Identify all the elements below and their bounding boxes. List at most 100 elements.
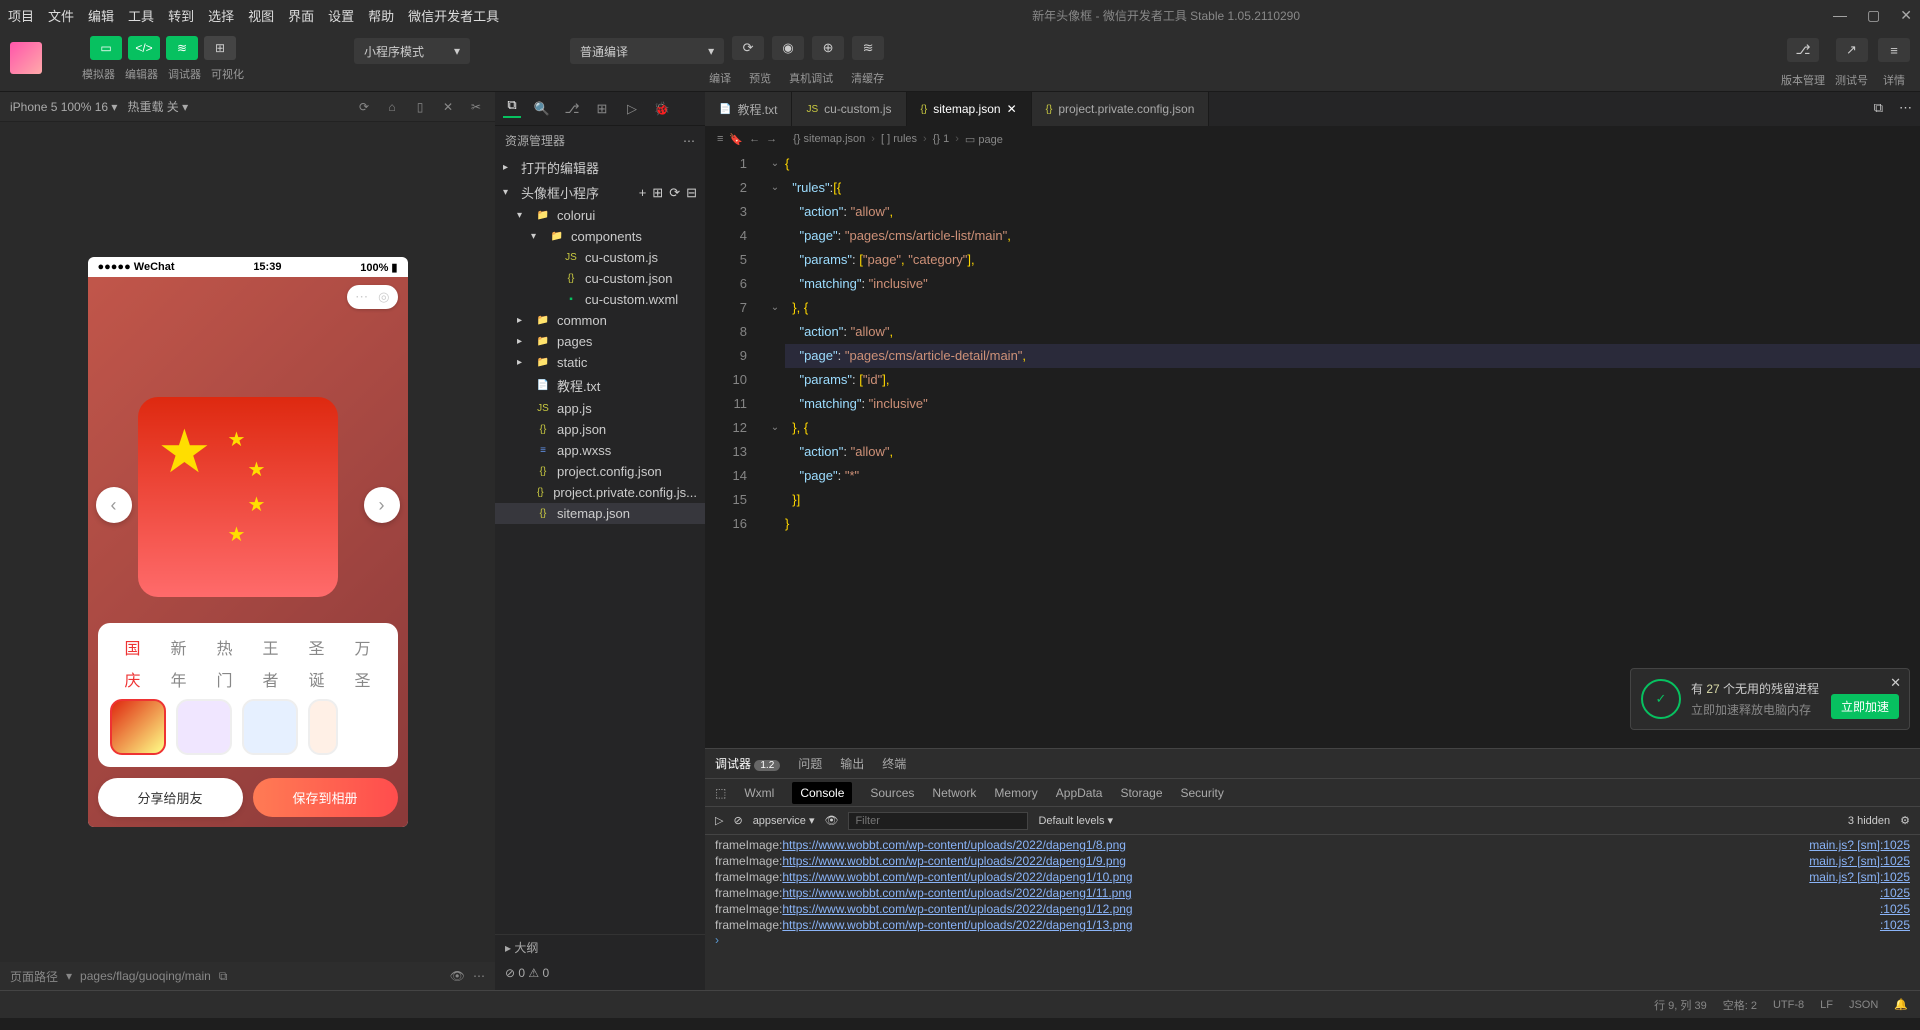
bell-icon[interactable]: 🔔	[1894, 998, 1908, 1011]
explorer-icon[interactable]: ⧉	[503, 100, 521, 118]
simulator-button[interactable]: ▭	[90, 36, 122, 60]
menu-item[interactable]: 微信开发者工具	[408, 6, 499, 25]
tree-item[interactable]: ▸📁pages	[495, 331, 705, 352]
close-icon[interactable]: ✕	[1900, 7, 1912, 24]
ext-icon[interactable]: ⊞	[593, 100, 611, 118]
editor-tab[interactable]: 📄教程.txt	[705, 92, 792, 126]
bug-icon[interactable]: 🐞	[653, 100, 671, 118]
menu-item[interactable]: 文件	[48, 6, 74, 25]
levels-dropdown[interactable]: Default levels ▾	[1038, 814, 1113, 827]
frame-item[interactable]	[242, 699, 298, 755]
editor-tab[interactable]: {}project.private.config.json	[1032, 92, 1210, 126]
category-tab[interactable]: 者	[262, 667, 278, 691]
branch-icon[interactable]: ⎇	[563, 100, 581, 118]
accelerate-button[interactable]: 立即加速	[1831, 694, 1899, 719]
error-count[interactable]: ⊘ 0	[505, 966, 525, 980]
inspect-icon[interactable]: ⬚	[715, 786, 726, 800]
eye-icon[interactable]: 👁	[450, 969, 465, 983]
category-tab[interactable]: 诞	[308, 667, 324, 691]
compile-dropdown[interactable]: 普通编译▾	[570, 38, 724, 64]
project-section[interactable]: ▾头像框小程序 + ⊞ ⟳ ⊟	[495, 180, 705, 205]
cursor-pos[interactable]: 行 9, 列 39	[1654, 997, 1707, 1013]
copy-icon[interactable]: ⧉	[219, 969, 228, 984]
mode-dropdown[interactable]: 小程序模式▾	[354, 38, 470, 64]
fwd-icon[interactable]: →	[766, 133, 777, 145]
menu-item[interactable]: 工具	[128, 6, 154, 25]
menu-item[interactable]: 转到	[168, 6, 194, 25]
save-button[interactable]: 保存到相册	[253, 778, 398, 817]
new-folder-icon[interactable]: ⊞	[652, 185, 663, 201]
spaces-indicator[interactable]: 空格: 2	[1723, 997, 1757, 1013]
tree-item[interactable]: ▸📁static	[495, 352, 705, 373]
category-tab[interactable]: 万	[354, 635, 370, 659]
tree-item[interactable]: ▾📁components	[495, 226, 705, 247]
terminal-tab[interactable]: 终端	[882, 755, 906, 772]
encoding-indicator[interactable]: UTF-8	[1773, 999, 1804, 1011]
category-tab[interactable]: 门	[216, 667, 232, 691]
hot-reload-toggle[interactable]: 热重载 关 ▾	[127, 98, 188, 115]
editor-tab[interactable]: {}sitemap.json✕	[907, 92, 1032, 126]
home-icon[interactable]: ⌂	[383, 98, 401, 116]
category-tab[interactable]: 圣	[308, 635, 324, 659]
menu-item[interactable]: 设置	[328, 6, 354, 25]
compile-button[interactable]: ⟳	[732, 36, 764, 60]
tree-item[interactable]: {}project.private.config.js...	[495, 482, 705, 503]
collapse-icon[interactable]: ⊟	[686, 185, 697, 201]
category-tab[interactable]: 庆	[124, 667, 140, 691]
category-tab[interactable]: 国	[124, 635, 140, 659]
prev-arrow[interactable]: ‹	[96, 487, 132, 523]
minimize-icon[interactable]: —	[1833, 7, 1847, 24]
hidden-count[interactable]: 3 hidden	[1848, 815, 1890, 827]
frame-item[interactable]	[176, 699, 232, 755]
tree-item[interactable]: ▸📁common	[495, 310, 705, 331]
menu-item[interactable]: 帮助	[368, 6, 394, 25]
more-icon[interactable]: ⋯	[1891, 92, 1920, 126]
share-button[interactable]: 分享给朋友	[98, 778, 243, 817]
device-icon[interactable]: ▯	[411, 98, 429, 116]
cut-icon[interactable]: ✂	[467, 98, 485, 116]
eol-indicator[interactable]: LF	[1820, 999, 1833, 1011]
maximize-icon[interactable]: ▢	[1867, 7, 1880, 24]
editor-tab[interactable]: JScu-custom.js	[792, 92, 906, 126]
visual-button[interactable]: ⊞	[204, 36, 236, 60]
category-tab[interactable]: 王	[262, 635, 278, 659]
warn-count[interactable]: ⚠ 0	[528, 966, 549, 980]
menu-item[interactable]: 视图	[248, 6, 274, 25]
category-tab[interactable]: 圣	[354, 667, 370, 691]
breadcrumb[interactable]: ≡ 🔖 ← → {} sitemap.json› [ ] rules› {} 1…	[705, 126, 1920, 152]
devtools-subtab[interactable]: AppData	[1056, 786, 1103, 800]
next-arrow[interactable]: ›	[364, 487, 400, 523]
doc-icon[interactable]: ≡	[717, 133, 723, 145]
filter-input[interactable]	[848, 812, 1028, 830]
tree-item[interactable]: ▾📁colorui	[495, 205, 705, 226]
frame-item[interactable]	[110, 699, 166, 755]
editors-section[interactable]: ▸打开的编辑器	[495, 155, 705, 180]
back-icon[interactable]: ←	[749, 133, 760, 145]
menu-item[interactable]: 界面	[288, 6, 314, 25]
version-button[interactable]: ⎇	[1787, 38, 1819, 62]
devtools-subtab[interactable]: Sources	[870, 786, 914, 800]
new-file-icon[interactable]: +	[639, 185, 647, 200]
device-selector[interactable]: iPhone 5 100% 16 ▾	[10, 100, 117, 114]
mute-icon[interactable]: ✕	[439, 98, 457, 116]
menu-item[interactable]: 项目	[8, 6, 34, 25]
category-tab[interactable]: 年	[170, 667, 186, 691]
capsule-button[interactable]: ⋯◎	[347, 285, 397, 309]
devtools-subtab[interactable]: Wxml	[744, 786, 774, 800]
category-tab[interactable]: 新	[170, 635, 186, 659]
user-avatar[interactable]	[10, 42, 42, 74]
category-tab[interactable]: 热	[216, 635, 232, 659]
devtools-subtab[interactable]: Network	[932, 786, 976, 800]
preview-button[interactable]: ◉	[772, 36, 804, 60]
play-icon[interactable]: ▷	[623, 100, 641, 118]
search-icon[interactable]: 🔍	[533, 100, 551, 118]
more-icon[interactable]: ⋯	[473, 969, 485, 983]
outline-section[interactable]: ▸ 大纲	[495, 934, 705, 962]
gear-icon[interactable]: ⚙	[1900, 814, 1910, 827]
clear-icon[interactable]: ⊘	[733, 814, 742, 827]
phone-simulator[interactable]: ●●●●● WeChat 15:39 100% ▮ ⋯◎ ★ ★ ★ ★ ★ ‹…	[88, 257, 408, 827]
problems-tab[interactable]: 问题	[798, 755, 822, 772]
tree-item[interactable]: 📄教程.txt	[495, 373, 705, 398]
remote-debug-button[interactable]: ⊕	[812, 36, 844, 60]
details-button[interactable]: ≡	[1878, 38, 1910, 62]
